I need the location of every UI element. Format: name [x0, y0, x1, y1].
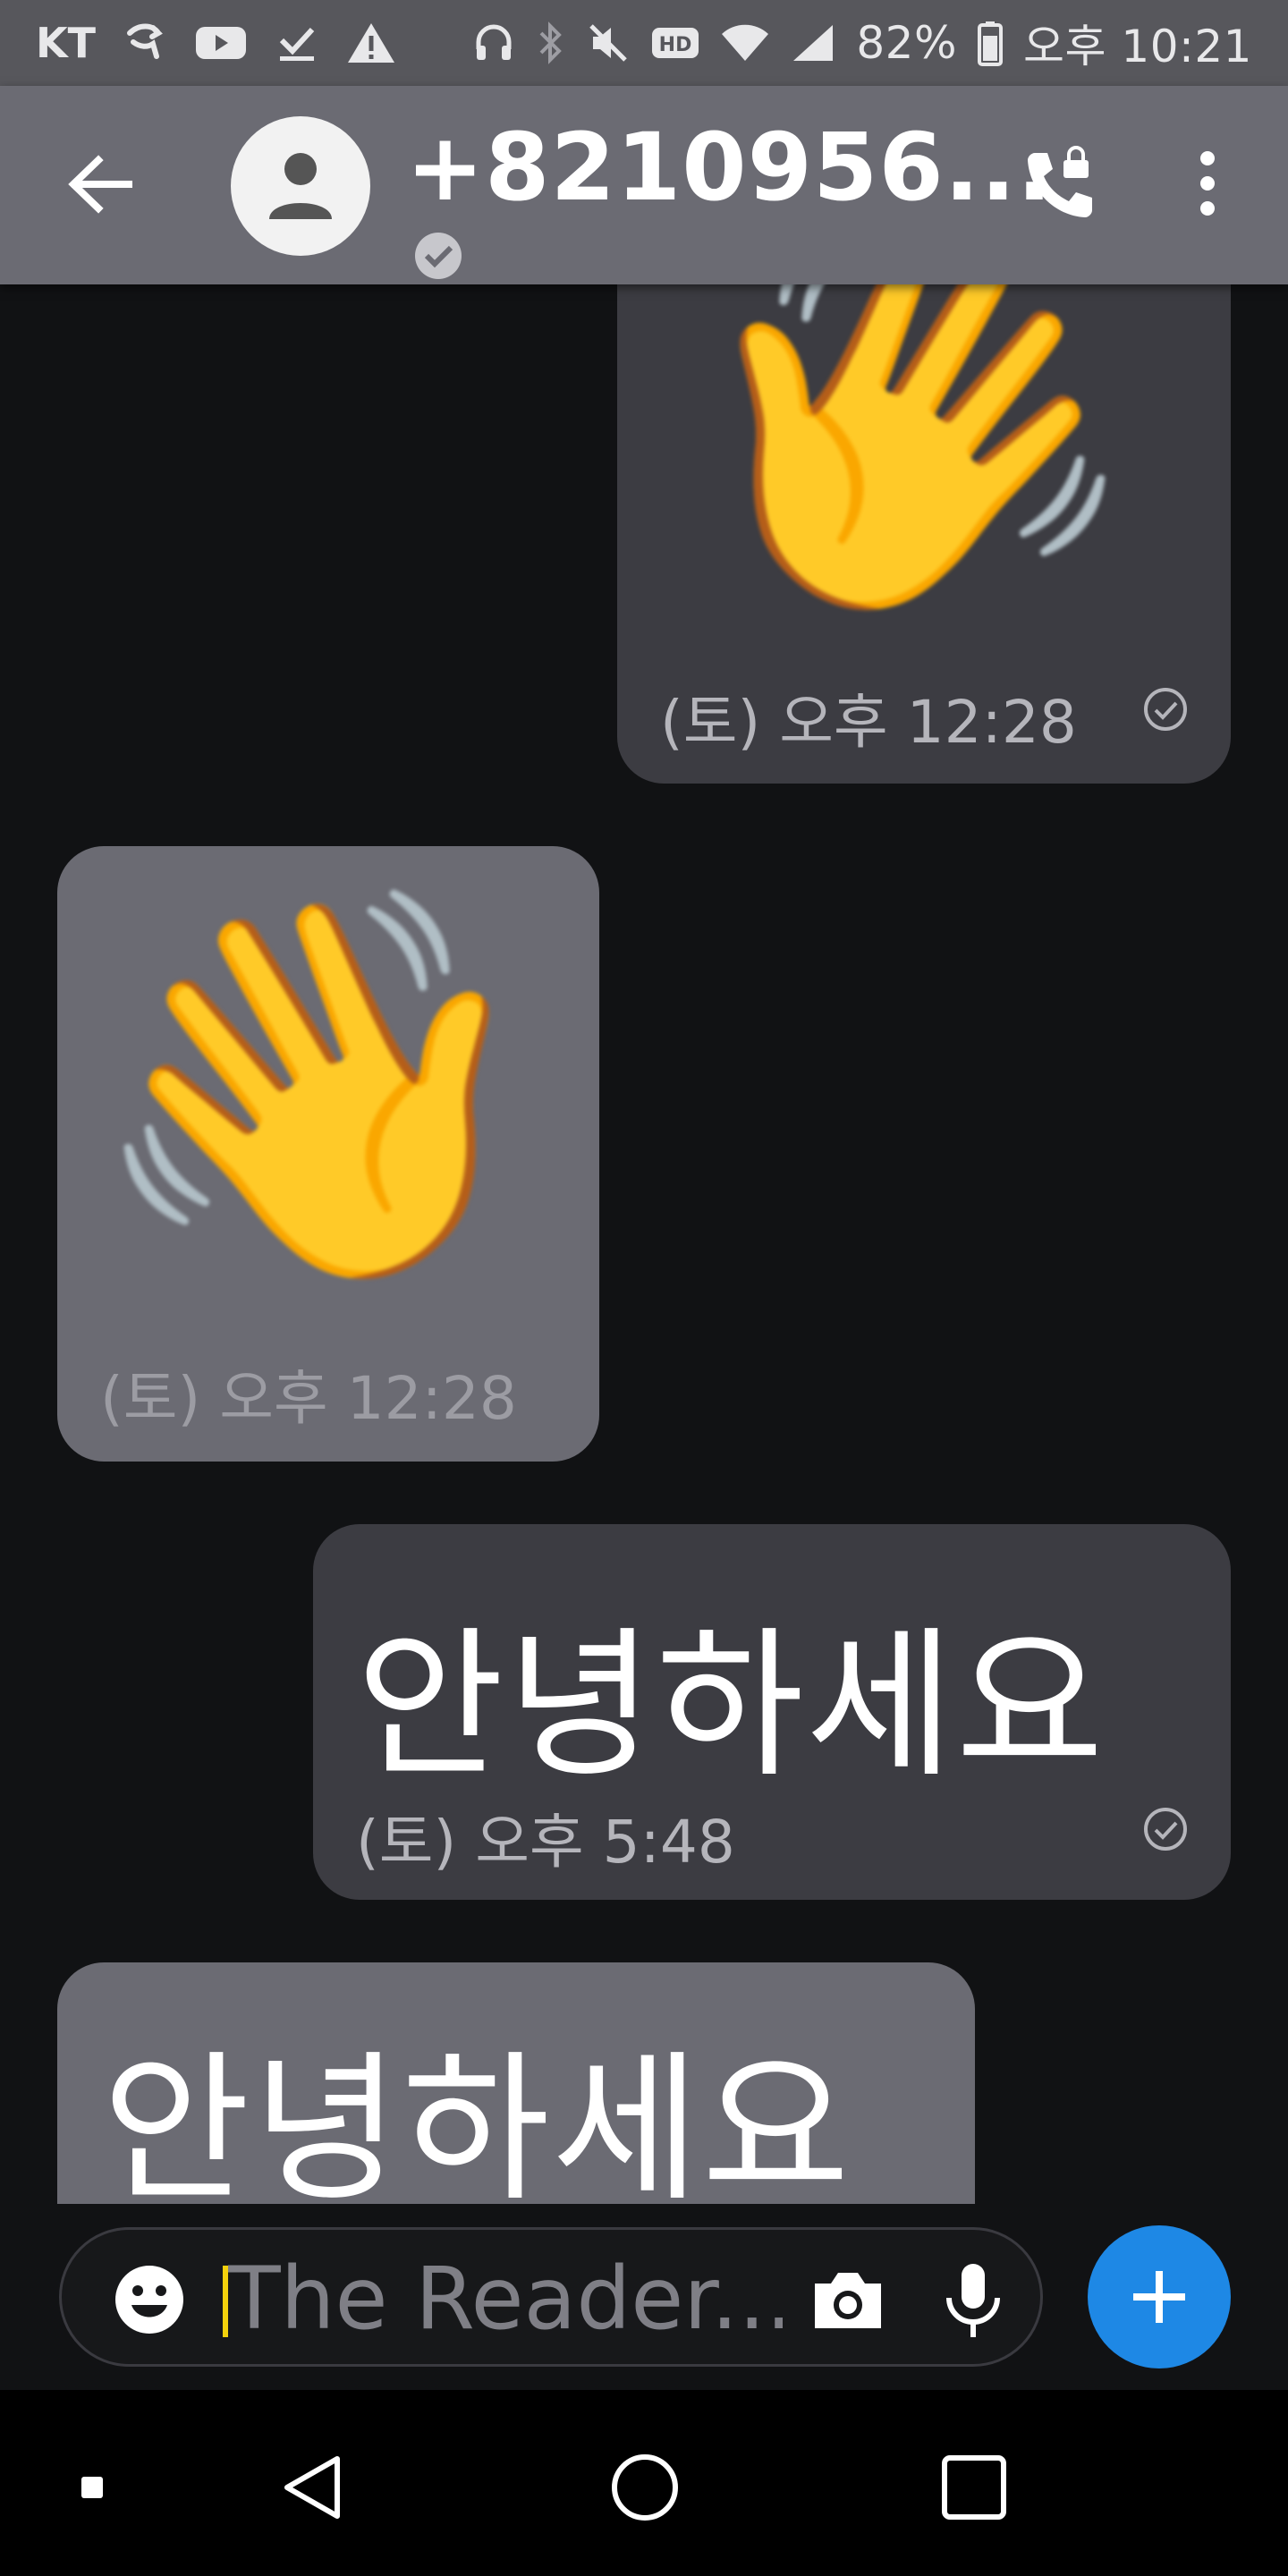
emoji-icon[interactable] — [112, 2262, 187, 2337]
clock: 오후 10:21 — [1023, 21, 1252, 72]
message-timestamp: (토) 오후 5:48 — [356, 1808, 735, 1877]
back-arrow-icon — [68, 155, 132, 214]
more-vert-icon — [1200, 151, 1215, 216]
message-bubble-incoming[interactable]: 👋 (토) 오후 12:28 — [57, 846, 599, 1462]
battery-percent: 82% — [856, 17, 957, 69]
read-receipt-icon — [1144, 1808, 1187, 1851]
square-small-icon — [81, 2477, 103, 2498]
waving-hand-emoji: 👋 — [82, 869, 551, 1306]
avatar[interactable] — [231, 116, 370, 256]
message-input[interactable] — [228, 2250, 783, 2348]
recent-apps-small-button[interactable] — [43, 2438, 141, 2537]
add-attachment-button[interactable] — [1088, 2225, 1231, 2368]
wifi-icon — [720, 21, 770, 64]
verified-check-icon — [415, 233, 462, 279]
home-button[interactable] — [596, 2438, 694, 2537]
recent-apps-button[interactable] — [925, 2438, 1023, 2537]
read-receipt-icon — [1144, 688, 1187, 731]
warning-icon — [346, 21, 396, 65]
circle-home-icon — [612, 2454, 678, 2521]
hd-icon: HD — [650, 24, 700, 62]
person-icon — [269, 153, 332, 219]
message-bubble-incoming[interactable]: 안녕하세요 — [57, 1962, 975, 2204]
back-nav-button[interactable] — [265, 2438, 363, 2537]
contact-name[interactable]: +8210956... — [406, 113, 1053, 222]
mute-icon — [586, 21, 631, 65]
message-text: 안녕하세요 — [102, 2037, 852, 2204]
plus-icon — [1133, 2271, 1185, 2323]
secure-call-icon — [1028, 146, 1092, 217]
message-timestamp: (토) 오후 12:28 — [100, 1364, 517, 1433]
battery-icon — [977, 20, 1004, 66]
svg-text:HD: HD — [659, 34, 692, 56]
navigation-bar — [0, 2390, 1288, 2576]
message-text: 안녕하세요 — [356, 1613, 1106, 1800]
message-timestamp: (토) 오후 12:28 — [660, 688, 1077, 757]
square-recents-icon — [942, 2455, 1006, 2520]
mic-icon[interactable] — [942, 2260, 1004, 2341]
composer-area — [0, 2204, 1288, 2390]
carrier-label: KT — [36, 19, 97, 67]
secure-call-button[interactable] — [1020, 143, 1100, 224]
waving-hand-emoji: 👋 — [678, 284, 1147, 637]
more-options-button[interactable] — [1181, 143, 1234, 224]
message-list[interactable]: 👋 (토) 오후 12:28 👋 (토) 오후 12:28 안녕하세요 (토) … — [0, 284, 1288, 2204]
triangle-back-icon — [284, 2456, 340, 2519]
conversation-header: +8210956... — [0, 86, 1288, 284]
call-forward-icon — [123, 21, 167, 65]
signal-icon — [790, 21, 836, 64]
youtube-icon — [194, 23, 248, 63]
camera-icon[interactable] — [808, 2260, 888, 2341]
message-bubble-outgoing[interactable]: 👋 (토) 오후 12:28 — [617, 284, 1231, 784]
message-composer — [59, 2227, 1043, 2367]
bluetooth-icon — [536, 21, 566, 65]
message-bubble-outgoing[interactable]: 안녕하세요 (토) 오후 5:48 — [313, 1524, 1231, 1900]
headset-icon — [471, 21, 516, 65]
check-icon — [275, 21, 319, 65]
status-bar: KT HD 82% 오후 10:21 — [0, 0, 1288, 86]
back-button[interactable] — [55, 148, 145, 220]
